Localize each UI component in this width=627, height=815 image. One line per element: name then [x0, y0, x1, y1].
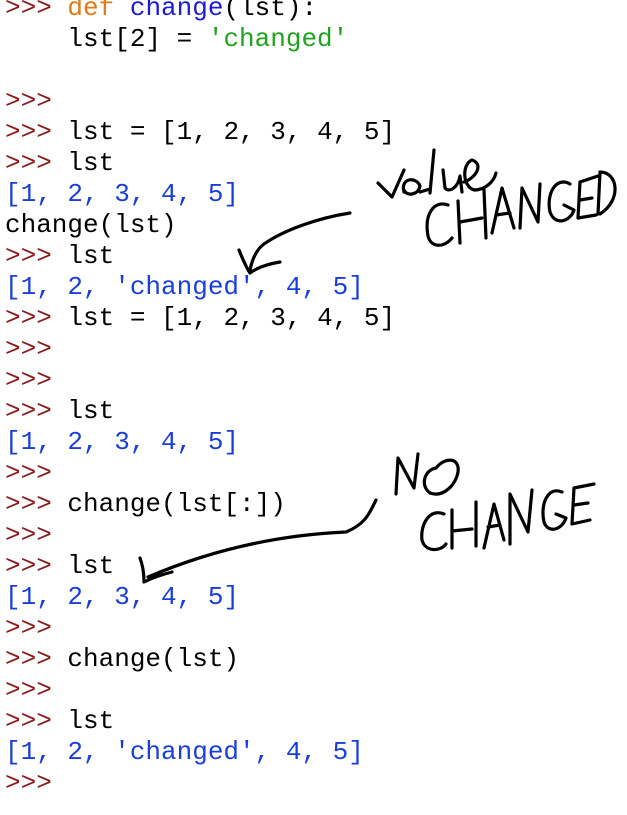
- prompt: >>>: [5, 520, 52, 550]
- code-text: lst: [67, 241, 115, 271]
- keyword: def: [67, 0, 115, 23]
- shell-line[interactable]: >>> def change(lst):: [5, 0, 627, 24]
- prompt: >>>: [5, 613, 52, 643]
- shell-line[interactable]: >>>: [5, 86, 627, 117]
- code-text: lst = [1, 2, 3, 4, 5]: [67, 303, 396, 333]
- function-signature: (lst):: [223, 0, 318, 23]
- output-text: [1, 2, 3, 4, 5]: [5, 582, 240, 612]
- string-literal: 'changed': [207, 24, 349, 54]
- prompt: >>>: [5, 644, 68, 674]
- shell-line[interactable]: >>>: [5, 520, 627, 551]
- shell-line[interactable]: >>> lst = [1, 2, 3, 4, 5]: [5, 303, 627, 334]
- shell-line[interactable]: >>> lst: [5, 241, 627, 272]
- shell-line[interactable]: >>>: [5, 613, 627, 644]
- shell-line[interactable]: [5, 55, 627, 86]
- prompt: >>>: [5, 241, 68, 271]
- code-text: lst: [67, 706, 115, 736]
- code-text: lst: [67, 396, 115, 426]
- shell-line[interactable]: >>>: [5, 675, 627, 706]
- code-text: change(lst): [5, 210, 177, 240]
- code-text: change(lst): [67, 644, 240, 674]
- shell-line[interactable]: >>> lst: [5, 551, 627, 582]
- function-name: change: [129, 0, 224, 23]
- shell-line[interactable]: [1, 2, 3, 4, 5]: [5, 582, 627, 613]
- shell-line[interactable]: [1, 2, 'changed', 4, 5]: [5, 737, 627, 768]
- shell-line[interactable]: >>> lst: [5, 148, 627, 179]
- shell-line[interactable]: [1, 2, 3, 4, 5]: [5, 179, 627, 210]
- shell-line[interactable]: >>> change(lst[:]): [5, 489, 627, 520]
- code-text: lst: [67, 551, 115, 581]
- output-text: [1, 2, 'changed', 4, 5]: [5, 272, 364, 302]
- shell-line[interactable]: >>>: [5, 365, 627, 396]
- prompt: >>>: [5, 551, 68, 581]
- output-text: [1, 2, 'changed', 4, 5]: [5, 737, 364, 767]
- prompt: >>>: [5, 675, 52, 705]
- shell-line[interactable]: >>> lst: [5, 396, 627, 427]
- shell-line[interactable]: >>> change(lst): [5, 644, 627, 675]
- shell-line[interactable]: lst[2] = 'changed': [5, 24, 627, 55]
- shell-line[interactable]: >>>: [5, 458, 627, 489]
- prompt: >>>: [5, 365, 52, 395]
- prompt: >>>: [5, 458, 52, 488]
- code-text: lst = [1, 2, 3, 4, 5]: [67, 117, 396, 147]
- python-shell-transcript[interactable]: >>> def change(lst): lst[2] = 'changed' >…: [5, 0, 627, 799]
- shell-line[interactable]: >>> lst: [5, 706, 627, 737]
- prompt: >>>: [5, 768, 52, 798]
- shell-line[interactable]: >>>: [5, 334, 627, 365]
- code-text: change(lst[:]): [67, 489, 286, 519]
- code-text: lst: [67, 148, 115, 178]
- prompt: >>>: [5, 86, 52, 116]
- shell-line[interactable]: [1, 2, 3, 4, 5]: [5, 427, 627, 458]
- code-text: lst[2] =: [5, 24, 208, 54]
- shell-line[interactable]: >>>: [5, 768, 627, 799]
- prompt: >>>: [5, 303, 68, 333]
- prompt: >>>: [5, 0, 68, 23]
- shell-line[interactable]: [1, 2, 'changed', 4, 5]: [5, 272, 627, 303]
- output-text: [1, 2, 3, 4, 5]: [5, 427, 240, 457]
- prompt: >>>: [5, 489, 68, 519]
- shell-line[interactable]: change(lst): [5, 210, 627, 241]
- prompt: >>>: [5, 334, 52, 364]
- prompt: >>>: [5, 396, 68, 426]
- prompt: >>>: [5, 148, 68, 178]
- shell-line[interactable]: >>> lst = [1, 2, 3, 4, 5]: [5, 117, 627, 148]
- output-text: [1, 2, 3, 4, 5]: [5, 179, 240, 209]
- prompt: >>>: [5, 117, 68, 147]
- prompt: >>>: [5, 706, 68, 736]
